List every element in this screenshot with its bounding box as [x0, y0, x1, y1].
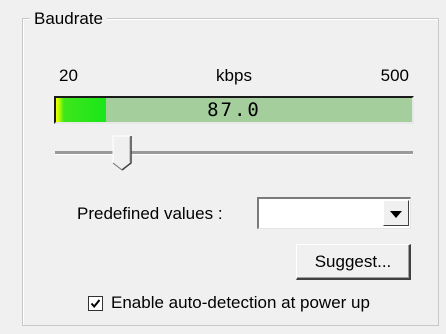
- range-max-label: 500: [380, 66, 409, 85]
- group-title: Baudrate: [30, 8, 107, 30]
- slider-track[interactable]: [55, 151, 413, 155]
- baudrate-meter: 87.0: [54, 96, 414, 124]
- baudrate-slider[interactable]: [55, 133, 413, 173]
- autodetect-checkbox[interactable]: [88, 295, 103, 311]
- range-unit-label: kbps: [216, 66, 252, 85]
- slider-thumb[interactable]: [112, 135, 132, 171]
- baudrate-panel: Baudrate 20 kbps 500 87.0 Predefined val…: [0, 0, 446, 334]
- predefined-values-dropdown[interactable]: [257, 197, 411, 229]
- range-labels: 20 kbps 500: [55, 66, 413, 88]
- chevron-down-icon: [390, 210, 402, 218]
- autodetect-option[interactable]: Enable auto-detection at power up: [88, 291, 370, 315]
- checkmark-icon: [90, 298, 101, 308]
- suggest-button[interactable]: Suggest...: [296, 244, 411, 280]
- autodetect-label: Enable auto-detection at power up: [111, 293, 370, 312]
- meter-value: 87.0: [207, 99, 261, 121]
- slider-thumb-icon: [112, 135, 132, 171]
- dropdown-arrow-button[interactable]: [383, 200, 409, 226]
- predefined-values-label: Predefined values :: [77, 204, 223, 223]
